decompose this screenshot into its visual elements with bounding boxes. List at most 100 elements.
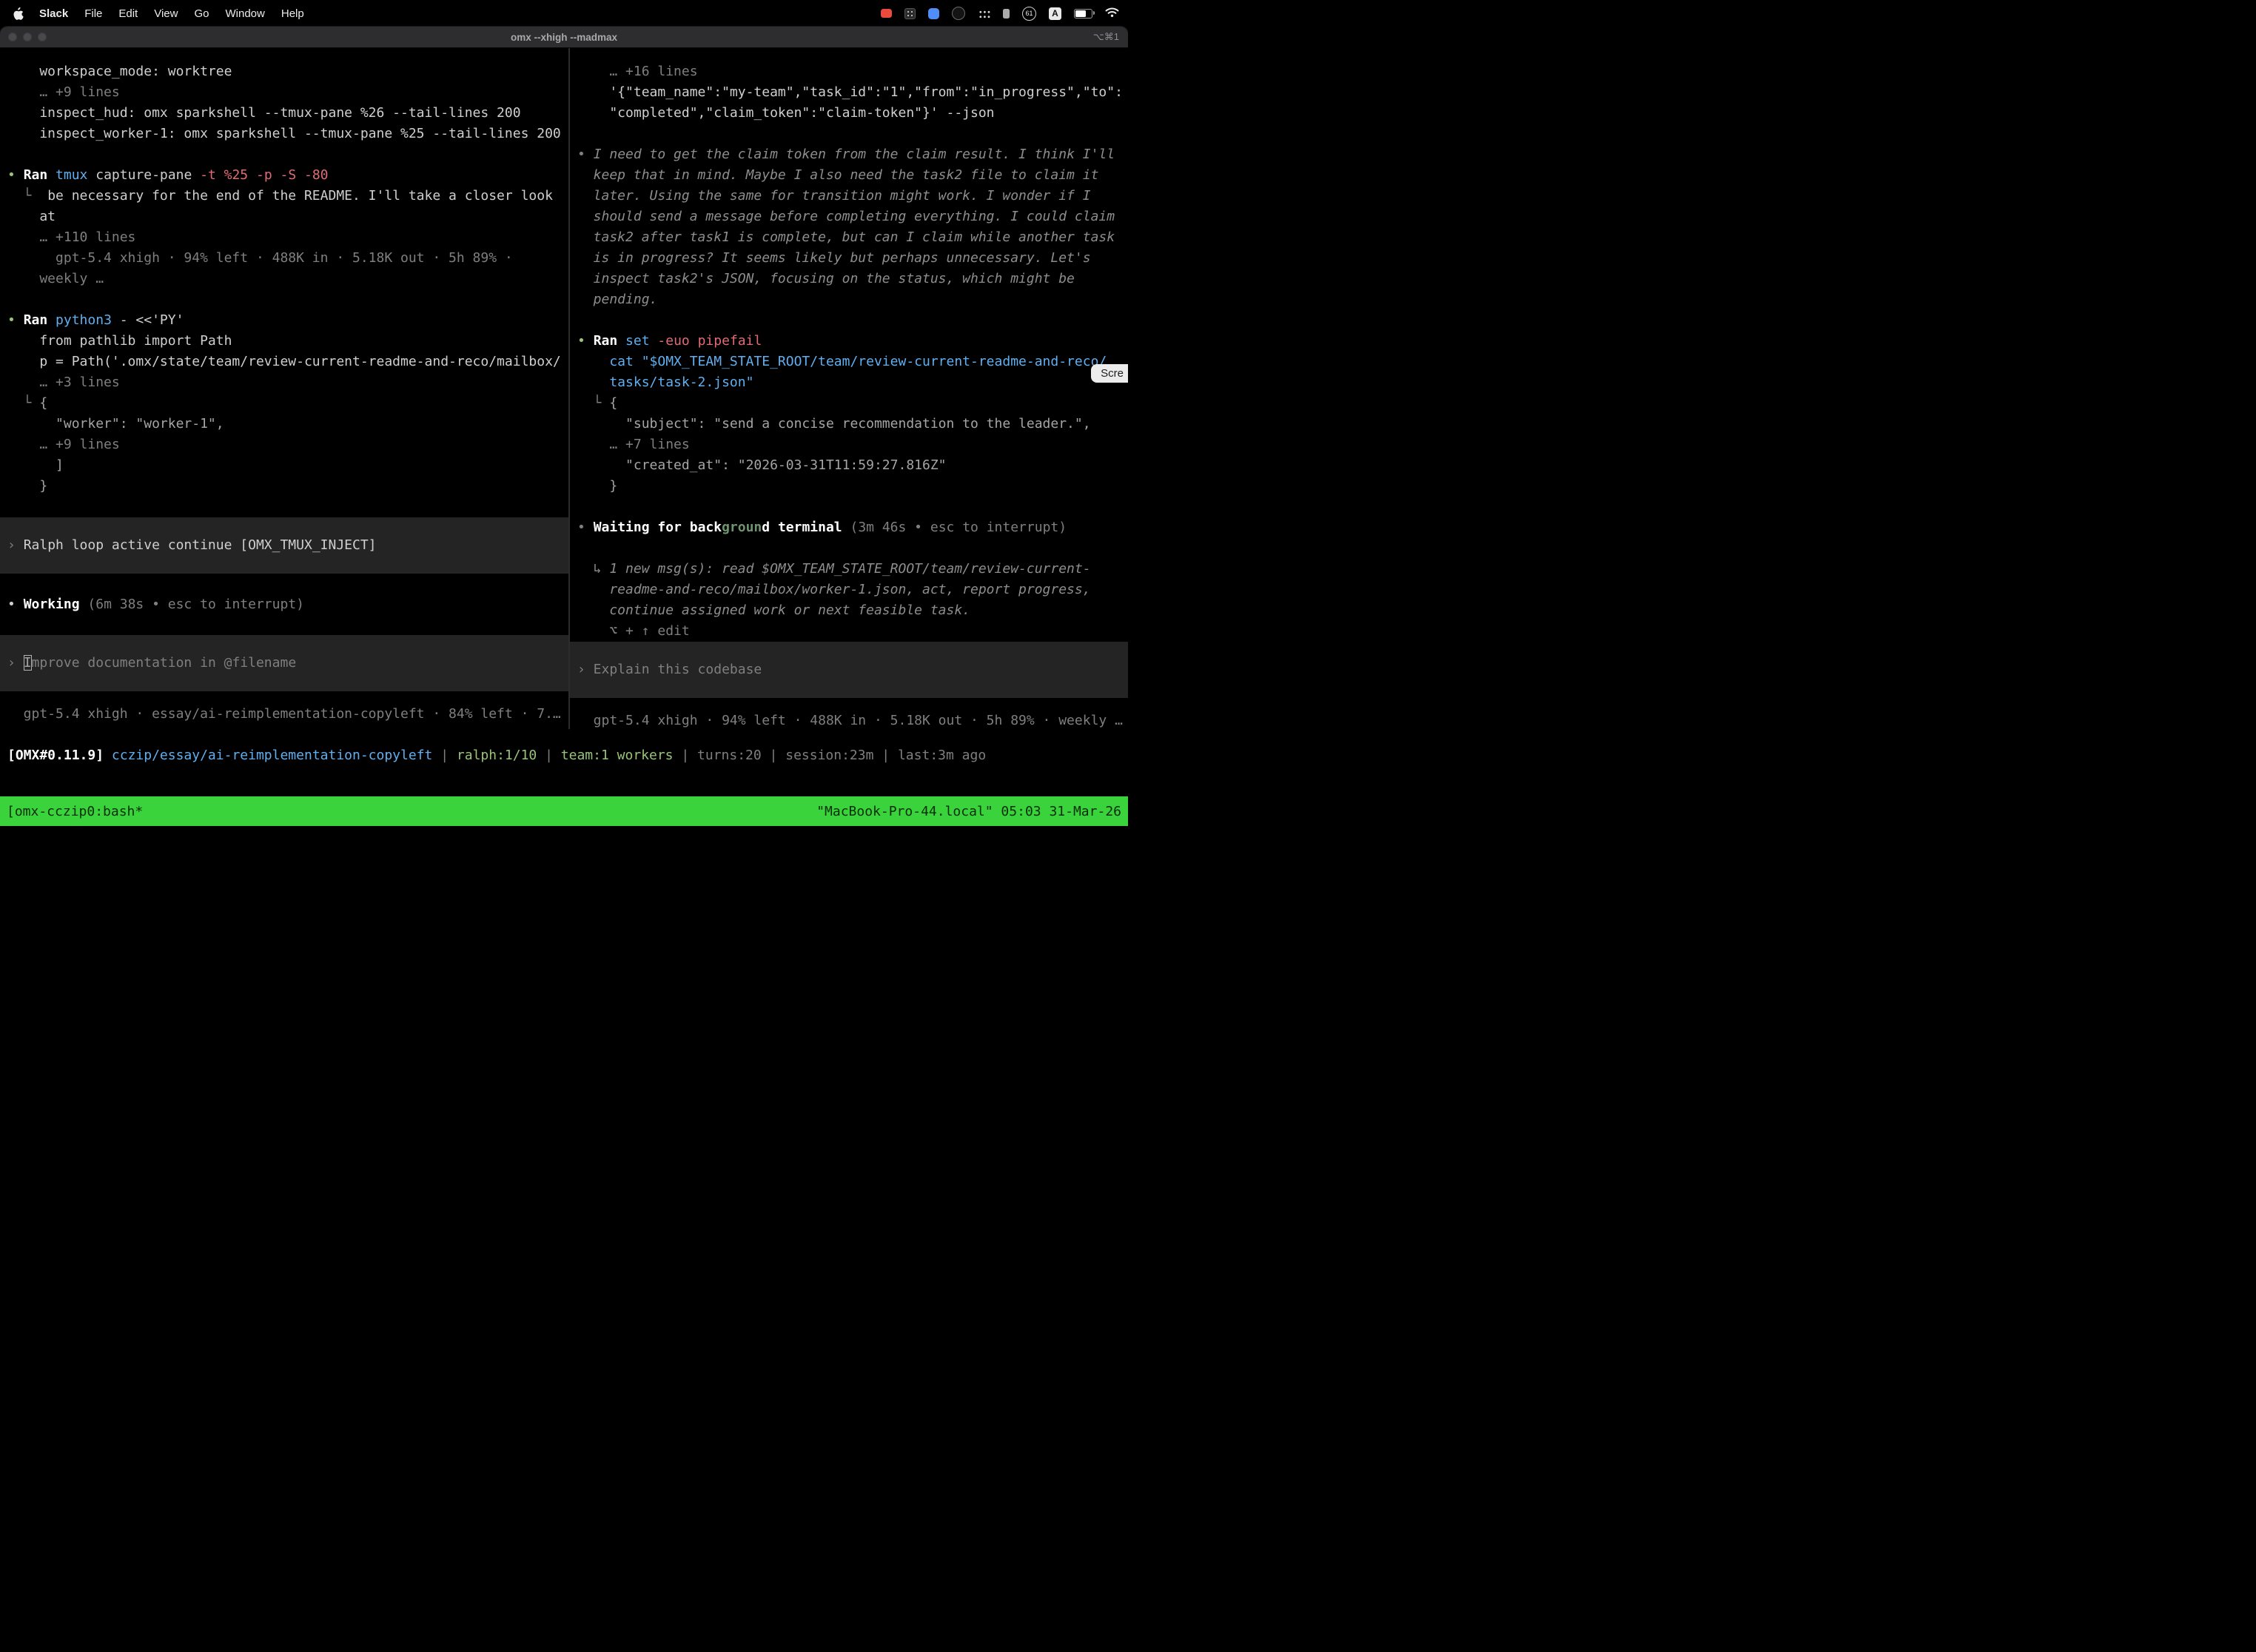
- text-segment: [OMX#0.11.9]: [7, 748, 104, 763]
- prompt-row[interactable]: › Explain this codebase: [570, 642, 1128, 698]
- menu-file[interactable]: File: [76, 7, 110, 20]
- terminal-line: ↳ 1 new msg(s): read $OMX_TEAM_STATE_ROO…: [577, 559, 1128, 580]
- prompt-row[interactable]: › Ralph loop active continue [OMX_TMUX_I…: [0, 517, 568, 574]
- text-segment: (6m 38s • esc to interrupt): [87, 597, 304, 612]
- screen-record-icon[interactable]: [881, 9, 892, 18]
- blank-line: [577, 497, 1128, 517]
- terminal-app-icon[interactable]: [952, 7, 965, 20]
- text-segment: last:3m ago: [898, 748, 986, 763]
- text-segment: tasks/task-2.json": [577, 375, 753, 390]
- prompt-row[interactable]: › Improve documentation in @filename: [0, 635, 568, 691]
- text-segment: - <<'PY': [120, 312, 184, 328]
- terminal-line: weekly …: [7, 269, 568, 289]
- menu-edit[interactable]: Edit: [110, 7, 146, 20]
- terminal-line: "subject": "send a concise recommendatio…: [577, 414, 1128, 434]
- text-segment: inspect_hud: omx sparkshell --tmux-pane …: [7, 105, 521, 121]
- text-segment: |: [762, 748, 786, 763]
- right-pane: … +16 lines '{"team_name":"my-team","tas…: [570, 48, 1128, 729]
- screenshot-pill[interactable]: Scre: [1091, 364, 1128, 383]
- text-segment: cczip/essay/ai-reimplementation-copyleft: [112, 748, 432, 763]
- terminal-line: • I need to get the claim token from the…: [577, 144, 1128, 165]
- text-segment: ]: [7, 457, 64, 473]
- terminal-line: is in progress? It seems likely but perh…: [577, 248, 1128, 269]
- text-segment: ›: [7, 655, 24, 671]
- menu-view[interactable]: View: [146, 7, 186, 20]
- terminal-line: • Working (6m 38s • esc to interrupt): [7, 594, 568, 615]
- terminal-line: cat "$OMX_TEAM_STATE_ROOT/team/review-cu…: [577, 352, 1128, 372]
- terminal-line: }: [577, 476, 1128, 497]
- menu-slack[interactable]: Slack: [31, 7, 76, 20]
- keyboard-grid-icon[interactable]: [904, 8, 916, 19]
- text-segment: … +9 lines: [7, 437, 120, 452]
- menu-window[interactable]: Window: [218, 7, 273, 20]
- terminal-line: task2 after task1 is complete, but can I…: [577, 227, 1128, 248]
- text-segment: ⌥ + ↑ edit: [577, 623, 690, 639]
- text-segment: |: [537, 748, 561, 763]
- terminal-line: inspect task2's JSON, focusing on the st…: [577, 269, 1128, 289]
- text-segment: groun: [722, 520, 762, 535]
- text-segment: at: [7, 209, 56, 224]
- dots-grid-icon[interactable]: [978, 9, 990, 19]
- text-segment: '{"team_name":"my-team","task_id":"1","f…: [577, 84, 1123, 100]
- text-segment: -t %25 -p -S -80: [200, 167, 328, 183]
- menubar-status-icons: 61 A: [881, 7, 1119, 21]
- text-segment: continue assigned work or next feasible …: [577, 602, 970, 618]
- terminal-line: └ {: [577, 393, 1128, 414]
- left-pane: workspace_mode: worktree … +9 lines insp…: [0, 48, 568, 729]
- text-segment: •: [7, 312, 24, 328]
- text-segment: Ralph loop active continue [OMX_TMUX_INJ…: [24, 537, 377, 553]
- text-segment: keep that in mind. Maybe I also need the…: [577, 167, 1098, 183]
- text-segment: from pathlib import Path: [7, 333, 232, 349]
- terminal-line: [OMX#0.11.9] cczip/essay/ai-reimplementa…: [7, 745, 1128, 766]
- text-segment: "worker": "worker-1",: [7, 416, 224, 432]
- text-segment: is in progress? It seems likely but perh…: [577, 250, 1091, 266]
- terminal-line: … +16 lines: [577, 61, 1128, 82]
- apple-menu-icon[interactable]: [10, 7, 31, 20]
- text-segment: Working: [24, 597, 88, 612]
- battery-icon[interactable]: [1074, 9, 1092, 19]
- terminal-line: keep that in mind. Maybe I also need the…: [577, 165, 1128, 186]
- raycast-icon[interactable]: [928, 8, 939, 19]
- text-segment: |: [873, 748, 898, 763]
- text-segment: weekly …: [7, 271, 104, 286]
- tmux-host-clock: "MacBook-Pro-44.local" 05:03 31-Mar-26: [816, 804, 1121, 819]
- left-pane-scrollback: workspace_mode: worktree … +9 lines insp…: [7, 61, 568, 615]
- text-segment: workspace_mode: worktree: [7, 64, 232, 79]
- text-segment: … +110 lines: [7, 229, 135, 245]
- text-segment: … +3 lines: [7, 375, 120, 390]
- battery-percent-icon[interactable]: 61: [1022, 7, 1036, 21]
- text-segment: task2 after task1 is complete, but can I…: [577, 229, 1115, 245]
- terminal-line: … +110 lines: [7, 227, 568, 248]
- text-segment: }: [577, 478, 617, 494]
- terminal-line: • Ran set -euo pipefail: [577, 331, 1128, 352]
- text-segment: turns:20: [697, 748, 762, 763]
- text-segment: pending.: [577, 292, 657, 307]
- terminal-line: "created_at": "2026-03-31T11:59:27.816Z": [577, 455, 1128, 476]
- text-segment: |: [432, 748, 457, 763]
- menubar: SlackFileEditViewGoWindowHelp 61 A: [0, 0, 1128, 27]
- menu-extra-icon[interactable]: [1003, 9, 1010, 19]
- text-segment: session:23m: [785, 748, 873, 763]
- omx-status-line: [OMX#0.11.9] cczip/essay/ai-reimplementa…: [7, 745, 1128, 766]
- input-source-icon[interactable]: A: [1049, 7, 1061, 20]
- menu-help[interactable]: Help: [273, 7, 312, 20]
- terminal-line: … +3 lines: [7, 372, 568, 393]
- terminal-line: gpt-5.4 xhigh · 94% left · 488K in · 5.1…: [7, 248, 568, 269]
- text-segment: •: [7, 597, 24, 612]
- terminal-line: inspect_hud: omx sparkshell --tmux-pane …: [7, 103, 568, 124]
- terminal-line: pending.: [577, 289, 1128, 310]
- terminal-line: └ {: [7, 393, 568, 414]
- terminal-line: '{"team_name":"my-team","task_id":"1","f…: [577, 82, 1128, 103]
- menu-go[interactable]: Go: [186, 7, 217, 20]
- terminal-line: tasks/task-2.json": [577, 372, 1128, 393]
- wifi-icon[interactable]: [1105, 7, 1119, 21]
- terminal-line: should send a message before completing …: [577, 206, 1128, 227]
- terminal-line: "completed","claim_token":"claim-token"}…: [577, 103, 1128, 124]
- terminal-line: later. Using the same for transition mig…: [577, 186, 1128, 206]
- terminal-line: … +9 lines: [7, 434, 568, 455]
- terminal-line: "worker": "worker-1",: [7, 414, 568, 434]
- text-segment: python3: [56, 312, 120, 328]
- blank-line: [577, 538, 1128, 559]
- terminal-line: ]: [7, 455, 568, 476]
- text-segment: capture-pane: [95, 167, 200, 183]
